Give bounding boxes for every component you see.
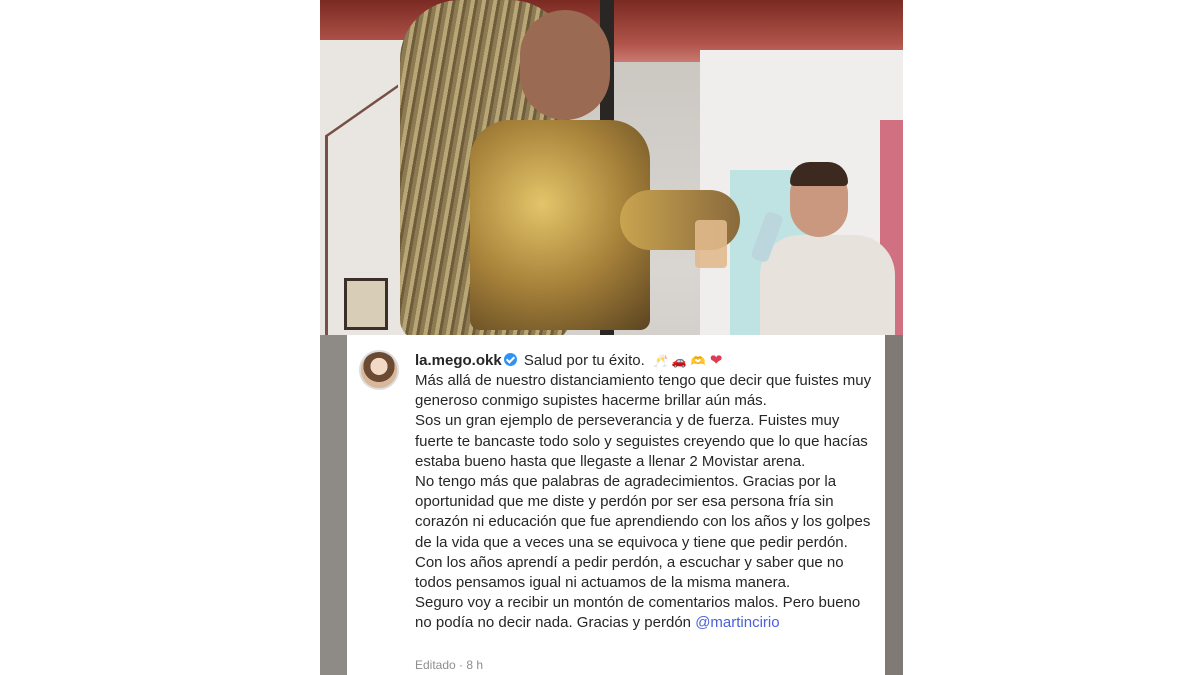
- heart-hands-icon: 🫶: [690, 354, 706, 368]
- comment-paragraph: Con los años aprendí a pedir perdón, a e…: [415, 553, 844, 592]
- photo-floor-left: [320, 335, 350, 675]
- photo-floor-right: [885, 335, 903, 675]
- photo-person-face: [520, 10, 610, 120]
- photo-man-hair: [790, 162, 848, 186]
- red-heart-icon: ❤: [709, 352, 723, 369]
- comment-paragraph-last: Seguro voy a recibir un montón de coment…: [415, 593, 881, 633]
- photo-picture-frame: [344, 278, 388, 330]
- photo-drink-glass: [695, 220, 727, 268]
- comment-paragraph: No tengo más que palabras de agradecimie…: [415, 473, 871, 551]
- comment-paragraph: Más allá de nuestro distanciamiento teng…: [415, 372, 872, 410]
- photo-man-shirt: [760, 235, 895, 340]
- comment-card: la.mego.okk Salud por tu éxito. 🥂 🚗 🫶 ❤ Más…: [347, 335, 885, 675]
- username-link[interactable]: la.mego.okk: [415, 352, 502, 369]
- mention-link[interactable]: @martincirio: [695, 614, 779, 631]
- verified-badge-icon: [503, 353, 517, 366]
- toast-glasses-icon: 🥂: [652, 354, 668, 368]
- car-icon: 🚗: [671, 354, 687, 368]
- comment-first-line: Salud por tu éxito.: [523, 352, 645, 369]
- comment-headline: la.mego.okk Salud por tu éxito. 🥂 🚗 🫶 ❤: [415, 351, 881, 371]
- comment-body: Más allá de nuestro distanciamiento teng…: [415, 371, 881, 634]
- comment-paragraph: Sos un gran ejemplo de perseverancia y d…: [415, 412, 868, 470]
- avatar[interactable]: [359, 350, 399, 390]
- comment-closing-text: Seguro voy a recibir un montón de coment…: [415, 594, 861, 632]
- comment-content: la.mego.okk Salud por tu éxito. 🥂 🚗 🫶 ❤ Más…: [415, 351, 881, 634]
- comment-meta: Editado · 8 h: [415, 658, 484, 672]
